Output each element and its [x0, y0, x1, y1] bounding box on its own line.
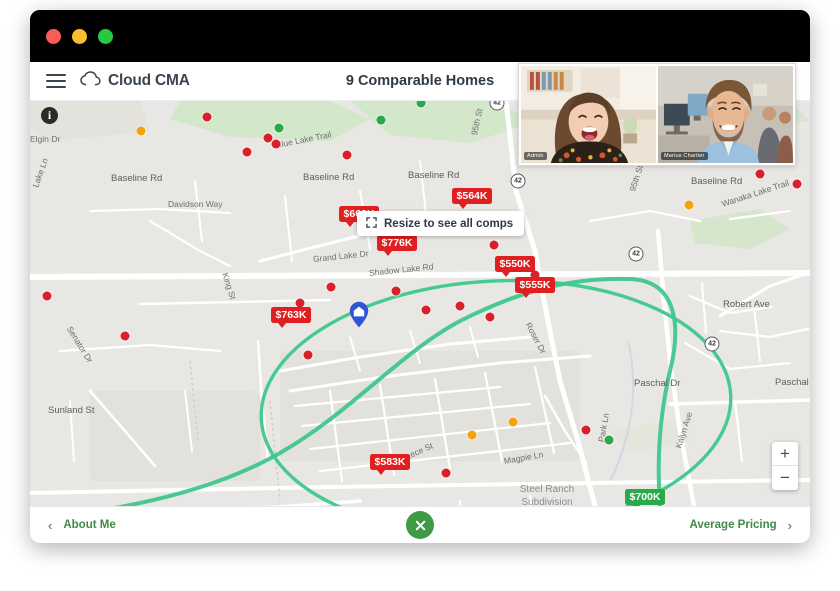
- prev-section-button[interactable]: ‹ About Me: [48, 518, 116, 533]
- map-comp-dot[interactable]: [342, 150, 352, 160]
- price-marker[interactable]: $700K: [625, 489, 665, 506]
- price-marker[interactable]: $763K: [271, 307, 311, 328]
- close-presentation-button[interactable]: [406, 511, 434, 539]
- prev-section-label: About Me: [63, 519, 116, 531]
- participant-name-1: Admin: [524, 152, 547, 160]
- map-comp-dot[interactable]: [684, 200, 694, 210]
- price-marker[interactable]: $776K: [377, 235, 417, 256]
- window-minimize-button[interactable]: [72, 28, 87, 44]
- map-comp-dot[interactable]: [485, 312, 495, 322]
- chevron-right-icon: ›: [787, 517, 792, 533]
- price-marker[interactable]: $550K: [495, 256, 535, 277]
- next-section-button[interactable]: Average Pricing ›: [690, 518, 792, 533]
- map-comp-dot[interactable]: [792, 179, 802, 189]
- map-comp-dot[interactable]: [120, 331, 130, 341]
- brand-logo[interactable]: Cloud CMA: [80, 70, 190, 92]
- chevron-left-icon: ‹: [48, 517, 53, 533]
- map-comp-dot[interactable]: [755, 169, 765, 179]
- highway-shield: 42: [628, 246, 644, 262]
- hamburger-menu-icon[interactable]: [46, 74, 66, 88]
- map-comp-dot[interactable]: [136, 126, 146, 136]
- map-comp-dot[interactable]: [376, 115, 386, 125]
- info-icon[interactable]: i: [41, 107, 58, 124]
- app-footer: ‹ About Me Average Pricing ›: [30, 506, 810, 543]
- map-comp-dot[interactable]: [326, 282, 336, 292]
- close-icon: [415, 520, 425, 530]
- map-comp-dot[interactable]: [42, 291, 52, 301]
- highway-shield: 42: [704, 336, 720, 352]
- map-comp-dot[interactable]: [242, 147, 252, 157]
- window-close-button[interactable]: [46, 28, 61, 44]
- resize-to-see-comps-button[interactable]: Resize to see all comps: [357, 211, 525, 236]
- video-tile-participant-2[interactable]: Marius Chartier: [658, 66, 793, 163]
- map-comp-dot[interactable]: [581, 425, 591, 435]
- map-comp-dot[interactable]: [421, 305, 431, 315]
- map-comp-dot[interactable]: [455, 301, 465, 311]
- price-marker[interactable]: $555K: [515, 277, 555, 298]
- map-comp-dot[interactable]: [508, 417, 518, 427]
- price-marker[interactable]: $564K: [452, 188, 492, 209]
- map-comp-dot[interactable]: [467, 430, 477, 440]
- next-section-label: Average Pricing: [689, 519, 777, 531]
- brand-name: Cloud CMA: [108, 72, 190, 89]
- map-comp-dot[interactable]: [274, 123, 284, 133]
- map-comp-dot[interactable]: [604, 435, 614, 445]
- subject-property-pin[interactable]: [349, 301, 369, 333]
- map-comp-dot[interactable]: [441, 468, 451, 478]
- highway-shield: 42: [510, 173, 526, 189]
- window-maximize-button[interactable]: [98, 28, 113, 44]
- map-comp-dot[interactable]: [391, 286, 401, 296]
- resize-icon: [366, 216, 384, 231]
- participant-name-2: Marius Chartier: [661, 152, 708, 160]
- map-comp-dot[interactable]: [489, 240, 499, 250]
- video-call-panel[interactable]: Admin Marius Chartier: [518, 63, 796, 166]
- price-marker[interactable]: $583K: [370, 454, 410, 475]
- zoom-in-button[interactable]: +: [772, 442, 798, 466]
- map-comp-dot[interactable]: [303, 350, 313, 360]
- map-zoom-controls[interactable]: + −: [772, 442, 798, 490]
- video-tile-participant-1[interactable]: Admin: [521, 66, 656, 163]
- app-content: Cloud CMA 9 Comparable Homes i Resize to…: [30, 62, 810, 543]
- map-comp-dot[interactable]: [202, 112, 212, 122]
- resize-button-label: Resize to see all comps: [384, 217, 514, 230]
- map-comp-dot[interactable]: [271, 139, 281, 149]
- window-titlebar: [30, 10, 810, 62]
- zoom-out-button[interactable]: −: [772, 466, 798, 490]
- cloud-logo-icon: [80, 70, 101, 92]
- app-window: Cloud CMA 9 Comparable Homes i Resize to…: [30, 10, 810, 543]
